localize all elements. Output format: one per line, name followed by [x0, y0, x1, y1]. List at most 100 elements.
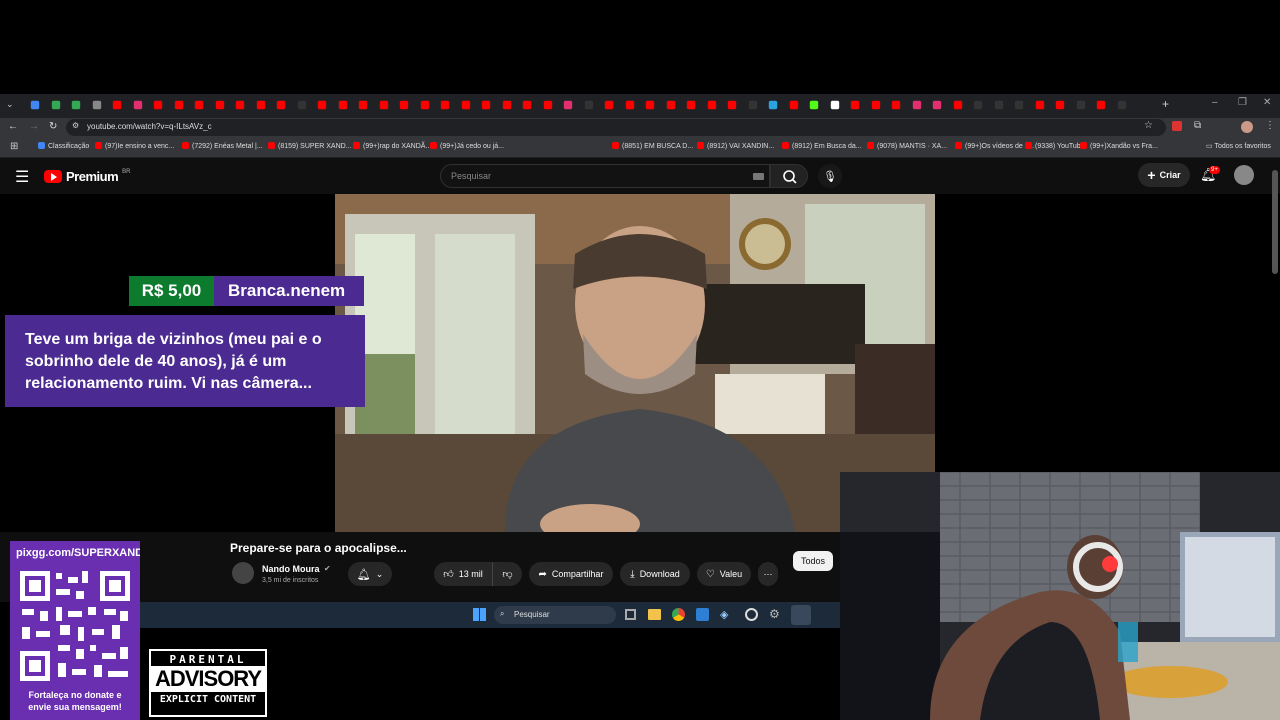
app-icon-3[interactable] [745, 608, 758, 621]
browser-tab[interactable] [522, 100, 532, 110]
dislike-button[interactable]: 👎︎ [492, 562, 522, 586]
puzzle-icon[interactable]: ⧉ [1194, 120, 1201, 131]
download-button[interactable]: ⤓ Download [620, 562, 690, 586]
site-info-icon[interactable]: ⚙ [72, 121, 79, 130]
file-explorer-icon[interactable] [648, 609, 661, 620]
browser-tab[interactable] [604, 100, 614, 110]
browser-tab[interactable] [645, 100, 655, 110]
bookmark-item[interactable]: (8159) SUPER XAND... [268, 142, 352, 150]
browser-tab[interactable] [440, 100, 450, 110]
settings-icon[interactable]: ⚙ [769, 607, 780, 621]
bookmark-item[interactable]: (97)Ie ensino a venc... [95, 142, 174, 150]
back-icon[interactable]: ← [8, 121, 18, 132]
browser-tab[interactable] [481, 100, 491, 110]
browser-tab[interactable] [420, 100, 429, 110]
app-icon-1[interactable] [696, 608, 709, 621]
scrollbar-thumb[interactable] [1272, 170, 1278, 274]
browser-tab[interactable] [194, 100, 204, 110]
browser-tab[interactable] [215, 100, 224, 110]
browser-tab[interactable] [256, 100, 265, 110]
browser-tab[interactable] [1096, 100, 1106, 110]
taskbar-search-input[interactable]: ⌕ Pesquisar [494, 606, 616, 624]
app-icon-2[interactable]: ◈ [720, 608, 728, 621]
bookmark-item[interactable]: (8912) VAI XANDIN... [697, 142, 774, 150]
browser-tab[interactable] [51, 100, 60, 110]
bookmark-item[interactable]: (99+)Os vídeos de c... [955, 142, 1034, 150]
browser-tab[interactable] [112, 100, 122, 110]
hamburger-menu-icon[interactable]: ☰ [15, 167, 29, 187]
channel-name[interactable]: Nando Moura [262, 564, 320, 574]
chrome-icon[interactable] [672, 608, 685, 621]
bookmark-item[interactable]: (8912) Em Busca da... [782, 142, 862, 150]
subscribe-notification-button[interactable]: 🔔︎ ⌄ [348, 562, 392, 586]
steam-icon[interactable] [791, 605, 811, 625]
bookmark-item[interactable]: (8851) EM BUSCA D... [612, 142, 693, 150]
keyboard-icon[interactable] [753, 173, 764, 180]
browser-tab[interactable] [1076, 100, 1085, 110]
browser-tab[interactable] [1055, 100, 1065, 110]
browser-menu-icon[interactable]: ⋮ [1265, 120, 1275, 131]
browser-tab[interactable] [768, 100, 778, 110]
browser-tab[interactable] [809, 100, 819, 110]
browser-tab[interactable] [461, 100, 470, 110]
browser-tab[interactable] [92, 100, 101, 110]
browser-tab[interactable] [338, 100, 347, 110]
browser-tab[interactable] [973, 100, 983, 110]
all-bookmarks-folder[interactable]: ▭ Todos os favoritos [1206, 142, 1271, 150]
maximize-button[interactable]: ❐ [1238, 97, 1247, 108]
browser-tab[interactable] [153, 100, 163, 110]
bookmark-star-icon[interactable]: ☆ [1144, 120, 1153, 131]
task-view-icon[interactable] [625, 609, 636, 620]
forward-icon[interactable]: → [29, 121, 39, 132]
browser-tab[interactable] [871, 100, 880, 110]
browser-tab[interactable] [891, 100, 901, 110]
browser-tab[interactable] [932, 100, 942, 110]
browser-tab[interactable] [707, 100, 716, 110]
minimize-button[interactable]: – [1212, 97, 1218, 108]
browser-tab[interactable] [994, 100, 1003, 110]
browser-tab[interactable] [317, 100, 327, 110]
browser-tab[interactable] [748, 100, 757, 110]
search-button[interactable] [770, 164, 808, 188]
bookmark-item[interactable]: (9338) YouTube [1025, 142, 1085, 150]
browser-tab[interactable] [174, 100, 183, 110]
browser-tab[interactable] [235, 100, 245, 110]
account-avatar[interactable] [1234, 165, 1254, 185]
browser-tab[interactable] [133, 100, 142, 110]
more-actions-button[interactable]: ⋯ [758, 562, 778, 586]
filter-chip-all[interactable]: Todos [793, 551, 833, 571]
apps-icon[interactable]: ⊞ [10, 141, 18, 152]
browser-tab[interactable] [666, 100, 675, 110]
browser-tab[interactable] [850, 100, 860, 110]
bookmark-item[interactable]: (99+)rap do XANDÃ... [353, 142, 431, 150]
bookmark-item[interactable]: (99+)Xandão vs Fra... [1080, 142, 1158, 150]
browser-tab[interactable] [912, 100, 921, 110]
close-window-button[interactable]: ✕ [1263, 97, 1271, 108]
browser-tab[interactable] [625, 100, 634, 110]
url-field[interactable]: ⚙ youtube.com/watch?v=q-ILtsAVz_c ☆ [66, 119, 1166, 136]
search-input[interactable]: Pesquisar [440, 164, 770, 188]
browser-tab[interactable] [1035, 100, 1044, 110]
browser-tab[interactable] [543, 100, 552, 110]
browser-tab[interactable] [71, 100, 81, 110]
new-tab-button[interactable]: + [1162, 97, 1169, 111]
browser-tab[interactable] [276, 100, 286, 110]
browser-tab[interactable] [830, 100, 839, 110]
like-button[interactable]: 👍︎ 13 mil [434, 562, 492, 586]
browser-tab[interactable] [358, 100, 368, 110]
bookmark-item[interactable]: Classificação [38, 142, 89, 150]
browser-tab[interactable] [297, 100, 306, 110]
browser-tab[interactable] [399, 100, 409, 110]
browser-tab[interactable] [584, 100, 593, 110]
browser-tab[interactable] [789, 100, 798, 110]
windows-start-icon[interactable] [473, 608, 486, 621]
browser-tab[interactable] [1117, 100, 1126, 110]
extension-icon[interactable] [1172, 121, 1182, 131]
youtube-logo[interactable]: Premium BR [44, 169, 130, 184]
browser-tab[interactable] [1014, 100, 1024, 110]
browser-tab[interactable] [502, 100, 511, 110]
browser-tab[interactable] [727, 100, 737, 110]
browser-tab[interactable] [30, 100, 40, 110]
browser-tab[interactable] [563, 100, 573, 110]
share-button[interactable]: ➦ Compartilhar [529, 562, 613, 586]
